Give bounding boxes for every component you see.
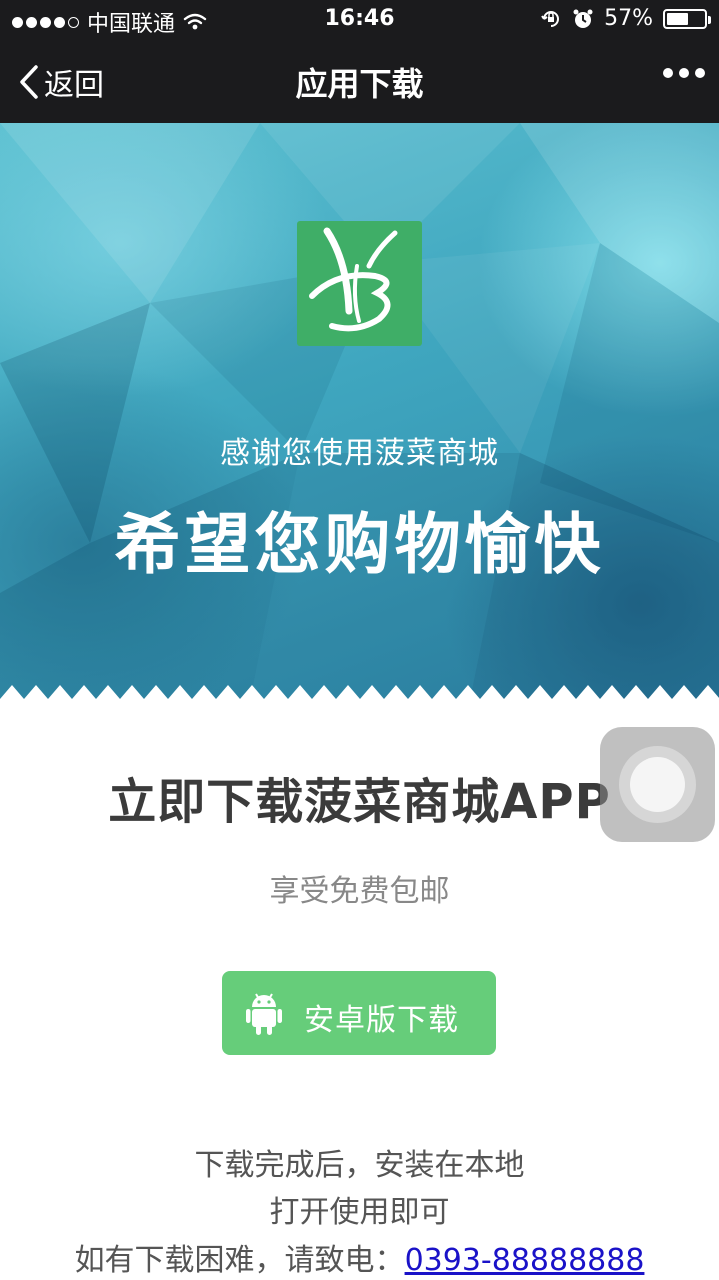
page-title: 应用下载 — [295, 65, 424, 103]
status-right: 57% — [540, 6, 711, 31]
hero-title: 希望您购物愉快 — [114, 506, 605, 583]
install-note-line-2: 打开使用即可 — [269, 1195, 450, 1230]
app-logo — [297, 221, 422, 346]
status-bar: 中国联通 16:46 57% — [0, 0, 719, 40]
android-download-button[interactable]: 安卓版下载 — [222, 971, 496, 1055]
alarm-icon — [573, 9, 593, 28]
hero-background — [0, 123, 719, 700]
more-icon[interactable] — [663, 68, 705, 78]
battery-icon — [663, 8, 711, 29]
android-icon — [246, 993, 282, 1035]
battery-percent: 57% — [604, 6, 653, 31]
install-note-line-1: 下载完成后，安装在本地 — [194, 1148, 525, 1183]
download-subheading: 享受免费包邮 — [269, 874, 450, 909]
assistive-touch-button[interactable] — [600, 727, 715, 842]
hero-subtitle: 感谢您使用菠菜商城 — [220, 436, 499, 471]
support-prefix: 如有下载困难，请致电： — [74, 1243, 405, 1278]
battery-fill — [667, 12, 688, 25]
orientation-lock-icon — [541, 10, 560, 27]
nav-bar: 返回 应用下载 — [0, 40, 719, 123]
phone-link[interactable]: 0393-88888888 — [405, 1243, 645, 1278]
hero-banner: 感谢您使用菠菜商城 希望您购物愉快 — [0, 123, 719, 700]
support-line: 如有下载困难，请致电：0393-88888888 — [0, 1235, 719, 1279]
android-download-label: 安卓版下载 — [304, 1003, 459, 1038]
zigzag-edge — [0, 685, 719, 700]
